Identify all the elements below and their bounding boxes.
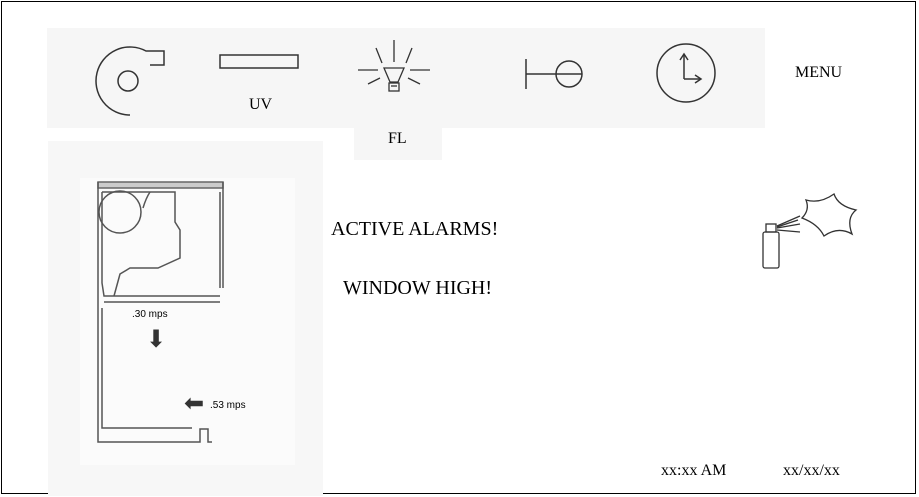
clock-icon[interactable]: [654, 41, 718, 105]
blower-icon[interactable]: [88, 43, 170, 117]
active-alarms-text: ACTIVE ALARMS!: [331, 218, 499, 240]
downflow-arrow: ⬇: [146, 327, 167, 353]
window-high-text: WINDOW HIGH!: [343, 277, 493, 299]
uv-label: UV: [249, 96, 273, 113]
fl-label: FL: [388, 130, 407, 147]
clock-time: xx:xx AM: [661, 462, 727, 479]
inflow-reading: .53 mps: [210, 400, 246, 411]
light-bulb-icon[interactable]: [354, 36, 434, 102]
menu-button[interactable]: MENU: [795, 64, 842, 82]
cabinet-diagram: ⬇ ⬅ .30 mps .53 mps: [80, 178, 295, 465]
inflow-arrow: ⬅: [184, 391, 205, 417]
damper-icon[interactable]: [524, 57, 588, 91]
current-date: xx/xx/xx: [783, 462, 840, 479]
downflow-reading: .30 mps: [132, 309, 168, 320]
spray-clean-icon[interactable]: [760, 190, 860, 272]
uv-lamp-icon[interactable]: [219, 54, 301, 70]
